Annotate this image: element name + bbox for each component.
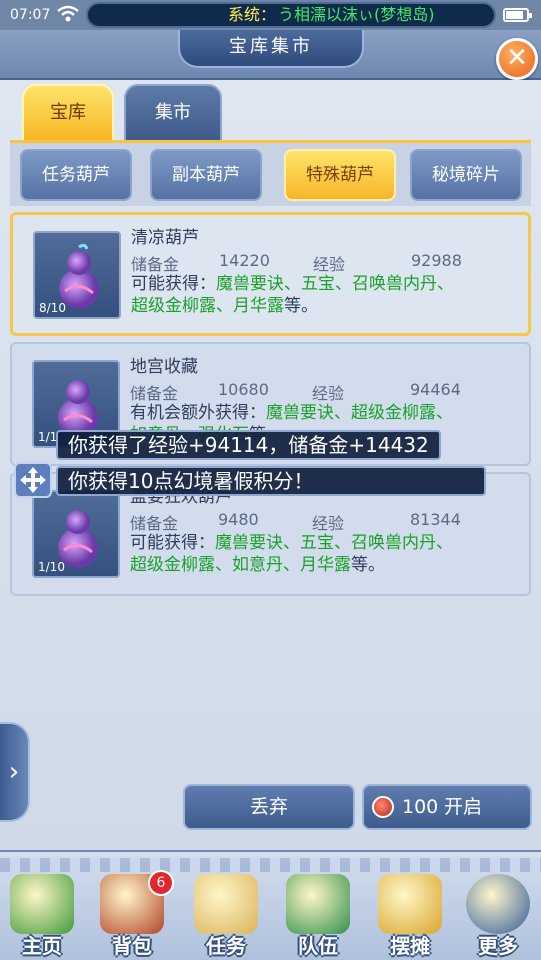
- reserve-value: 9480: [218, 510, 259, 529]
- system-message-prefix: 系统：: [228, 5, 277, 24]
- exp-value: 94464: [410, 380, 461, 399]
- nav-label: 主页: [22, 934, 62, 958]
- exp-value: 92988: [411, 251, 462, 270]
- nav-stall[interactable]: 摆摊: [370, 870, 450, 958]
- item-name: 地宫收藏: [130, 357, 198, 377]
- nav-quest[interactable]: 任务: [186, 870, 266, 958]
- nav-label: 更多: [478, 934, 518, 958]
- toast-notification: 你获得10点幻境暑假积分！: [56, 466, 486, 496]
- desc-rewards: 魔兽要诀、五宝、召唤兽内丹、: [215, 533, 453, 553]
- reserve-label: 储备金: [131, 255, 180, 274]
- nav-home[interactable]: 主页: [2, 870, 82, 958]
- item-description: 可能获得：魔兽要诀、五宝、召唤兽内丹、 超级金柳露、月华露等。: [131, 273, 521, 317]
- desc-rewards: 魔兽要诀、超级金柳露、: [266, 403, 453, 423]
- desc-rewards-2: 超级金柳露、如意丹、月华露: [130, 555, 351, 575]
- subtab-special-gourd[interactable]: 特殊葫芦: [284, 149, 396, 201]
- coin-icon: [378, 874, 442, 934]
- close-icon: ✕: [506, 43, 528, 73]
- wifi-icon: [57, 5, 79, 22]
- nav-label: 摆摊: [390, 934, 430, 958]
- open-label: 开启: [444, 796, 483, 818]
- list-item[interactable]: 8/10 清凉葫芦 储备金 14220 经验 92988 可能获得：魔兽要诀、五…: [10, 212, 531, 336]
- nav-team[interactable]: 队伍: [278, 870, 358, 958]
- tab-market[interactable]: 集市: [124, 84, 222, 142]
- exp-label: 经验: [312, 514, 345, 533]
- reserve-label: 储备金: [130, 514, 179, 533]
- open-button[interactable]: 100 开启: [362, 784, 532, 830]
- battery-level: [506, 11, 523, 19]
- desc-prefix: 可能获得：: [131, 274, 216, 294]
- status-bar: 07:07 系统： う相濡以沫ぃ(梦想岛): [0, 0, 541, 30]
- subtab-secret-fragments[interactable]: 秘境碎片: [410, 149, 522, 201]
- reserve-value: 14220: [219, 251, 270, 270]
- desc-suffix: 等。: [351, 555, 385, 575]
- item-count: 1/1: [38, 430, 58, 444]
- nav-bag[interactable]: 6 背包: [92, 870, 174, 958]
- system-message-text: う相濡以沫ぃ(梦想岛): [278, 5, 435, 24]
- discard-button[interactable]: 丢弃: [183, 784, 355, 830]
- reserve-label: 储备金: [130, 384, 179, 403]
- toast-notification: 你获得了经验+94114，储备金+14432: [56, 430, 441, 460]
- move-icon[interactable]: [14, 462, 52, 498]
- more-icon: [466, 874, 530, 934]
- side-expand-button[interactable]: ›: [0, 722, 30, 822]
- item-name: 清凉葫芦: [131, 228, 199, 248]
- scroll-icon: [194, 874, 258, 934]
- jar-icon: [372, 796, 394, 818]
- subtab-dungeon-gourd[interactable]: 副本葫芦: [150, 149, 262, 201]
- item-thumbnail: 1/10: [32, 490, 120, 578]
- team-icon: [286, 874, 350, 934]
- item-thumbnail: 8/10: [33, 231, 121, 319]
- notification-badge: 6: [148, 870, 174, 896]
- system-message-ticker: 系统： う相濡以沫ぃ(梦想岛): [86, 2, 496, 28]
- chevron-right-icon: ›: [8, 757, 20, 787]
- nav-label: 背包: [112, 934, 152, 958]
- arrows-icon: [20, 467, 46, 493]
- open-cost: 100: [402, 796, 439, 818]
- tab-treasury[interactable]: 宝库: [22, 84, 114, 142]
- nav-label: 任务: [206, 934, 246, 958]
- exp-label: 经验: [313, 255, 346, 274]
- desc-suffix: 等。: [284, 296, 318, 316]
- clock: 07:07: [10, 7, 51, 23]
- subtab-quest-gourd[interactable]: 任务葫芦: [20, 149, 132, 201]
- reserve-value: 10680: [218, 380, 269, 399]
- home-icon: [10, 874, 74, 934]
- desc-rewards-2: 超级金柳露、月华露: [131, 296, 284, 316]
- desc-prefix: 有机会额外获得：: [130, 403, 266, 423]
- item-count: 1/10: [38, 560, 65, 574]
- desc-rewards: 魔兽要诀、五宝、召唤兽内丹、: [216, 274, 454, 294]
- header: 宝库集市: [0, 30, 541, 80]
- item-description: 可能获得：魔兽要诀、五宝、召唤兽内丹、 超级金柳露、如意丹、月华露等。: [130, 532, 520, 576]
- nav-label: 队伍: [298, 934, 338, 958]
- battery-icon: [503, 8, 532, 22]
- desc-prefix: 可能获得：: [130, 533, 215, 553]
- exp-value: 81344: [410, 510, 461, 529]
- exp-label: 经验: [312, 384, 345, 403]
- close-button[interactable]: ✕: [496, 38, 538, 80]
- nav-more[interactable]: 更多: [458, 870, 538, 958]
- page-title: 宝库集市: [178, 30, 364, 68]
- item-count: 8/10: [39, 301, 66, 315]
